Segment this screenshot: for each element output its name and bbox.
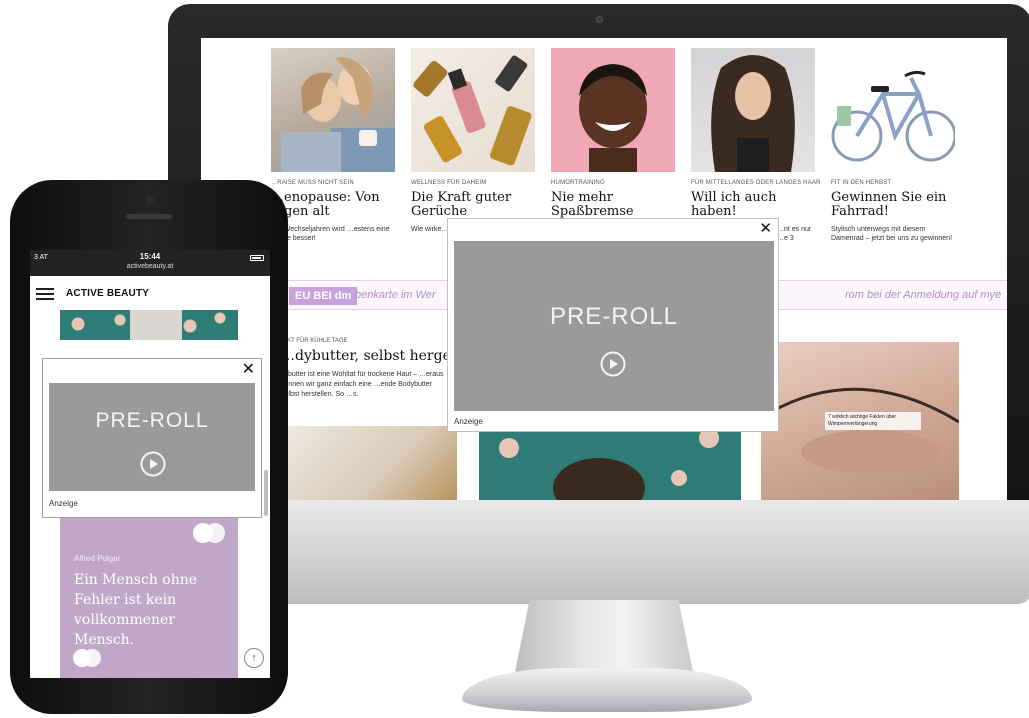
article-kicker: …KT FÜR KÜHLE TAGE xyxy=(281,338,348,344)
article-image xyxy=(411,48,535,172)
mobile-header: ACTIVE BEAUTY xyxy=(30,276,270,310)
hamburger-menu-icon[interactable] xyxy=(36,288,54,300)
video-player[interactable]: PRE-ROLL xyxy=(454,241,774,411)
article-card[interactable]: FÜR MITTELLANGES ODER LANGES HAAR Will i… xyxy=(691,48,821,243)
article-teaser: …n Wechseljahren wird …estens eine Sache… xyxy=(271,226,390,242)
preroll-label: PRE-ROLL xyxy=(95,409,209,432)
article-image xyxy=(551,48,675,172)
close-icon[interactable]: ✕ xyxy=(759,219,772,237)
quote-mark-icon xyxy=(73,649,101,667)
article-kicker: WELLNESS FÜR DAHEIM xyxy=(411,180,487,186)
quote-mark-icon xyxy=(193,523,225,543)
preroll-ad-mobile[interactable]: ✕ PRE-ROLL Anzeige xyxy=(42,358,262,518)
article-image xyxy=(271,48,395,172)
battery-icon xyxy=(250,255,264,261)
article-title[interactable]: Gewinnen Sie ein Fahrrad! xyxy=(831,191,955,219)
article-title[interactable]: Die Kraft guter Gerüche xyxy=(411,191,535,219)
play-icon[interactable] xyxy=(140,451,166,477)
article-image xyxy=(691,48,815,172)
monitor-chin xyxy=(168,500,1029,604)
quote-card: Alfred Polgar Ein Mensch ohne Fehler ist… xyxy=(60,518,238,678)
close-icon[interactable]: ✕ xyxy=(242,359,255,379)
teaser-image xyxy=(60,310,238,340)
scrollbar[interactable] xyxy=(264,470,268,516)
article-title[interactable]: …dybutter, selbst hergestellt xyxy=(281,348,487,364)
article-kicker: FIT IN DEN HERBST xyxy=(831,180,892,186)
article-image xyxy=(831,48,955,172)
monitor-stand-base xyxy=(462,668,752,712)
promo-text-left: benkarte im Wer xyxy=(355,289,436,301)
quote-author: Alfred Polgar xyxy=(74,554,121,563)
speaker-grille xyxy=(126,214,172,219)
quote-text: Ein Mensch ohne Fehler ist kein vollkomm… xyxy=(74,572,198,648)
mobile-screen: 3 AT 15:44 activebeauty.at ACTIVE BEAUTY… xyxy=(30,250,270,678)
preroll-ad-desktop[interactable]: ✕ PRE-ROLL Anzeige xyxy=(447,218,779,432)
ad-label: Anzeige xyxy=(454,417,483,426)
status-bar: 3 AT 15:44 activebeauty.at xyxy=(30,250,270,276)
ad-label: Anzeige xyxy=(49,499,78,508)
article-teaser: …butter ist eine Wohltat für trockene Ha… xyxy=(281,371,444,398)
article-title[interactable]: …enopause: Von …gen alt xyxy=(271,191,395,219)
webcam-icon xyxy=(596,16,603,23)
article-kicker: FÜR MITTELLANGES ODER LANGES HAAR xyxy=(691,180,821,186)
play-icon[interactable] xyxy=(600,351,626,377)
scroll-to-top-button[interactable]: ↑ xyxy=(244,648,264,668)
article-card[interactable]: HUMORTRAINING Nie mehr Spaßbremse xyxy=(551,48,675,225)
video-player[interactable]: PRE-ROLL xyxy=(49,383,255,491)
article-card[interactable]: …RAISE MUSS NICHT SEIN …enopause: Von …g… xyxy=(271,48,395,243)
monitor-stand xyxy=(513,600,695,678)
bodybutter-image xyxy=(281,426,457,500)
address-bar-url[interactable]: activebeauty.at xyxy=(30,263,270,270)
promo-text-right: rom bei der Anmeldung auf mye xyxy=(845,289,1002,301)
promo-badge: EU BEI dm xyxy=(289,287,358,305)
article-kicker: …RAISE MUSS NICHT SEIN xyxy=(271,180,354,186)
preroll-label: PRE-ROLL xyxy=(549,303,679,330)
article-title[interactable]: Nie mehr Spaßbremse xyxy=(551,191,675,219)
article-kicker: HUMORTRAINING xyxy=(551,180,605,186)
image-caption: 7 wirklich wichtige Fakten über Wimpernv… xyxy=(825,412,921,430)
article-card[interactable]: WELLNESS FÜR DAHEIM Die Kraft guter Gerü… xyxy=(411,48,535,234)
article-card[interactable]: …KT FÜR KÜHLE TAGE …dybutter, selbst her… xyxy=(281,338,487,400)
front-camera-icon xyxy=(146,196,154,204)
article-teaser: Stylisch unterwegs mit diesem Damenrad –… xyxy=(831,226,953,242)
site-logo[interactable]: ACTIVE BEAUTY xyxy=(66,288,149,299)
clock: 15:44 xyxy=(139,252,161,261)
article-title[interactable]: Will ich auch haben! xyxy=(691,191,815,219)
article-card[interactable]: FIT IN DEN HERBST Gewinnen Sie ein Fahrr… xyxy=(831,48,955,243)
eyelash-image: 7 wirklich wichtige Fakten über Wimpernv… xyxy=(761,342,960,500)
desktop-screen: …RAISE MUSS NICHT SEIN …enopause: Von …g… xyxy=(201,38,1007,500)
